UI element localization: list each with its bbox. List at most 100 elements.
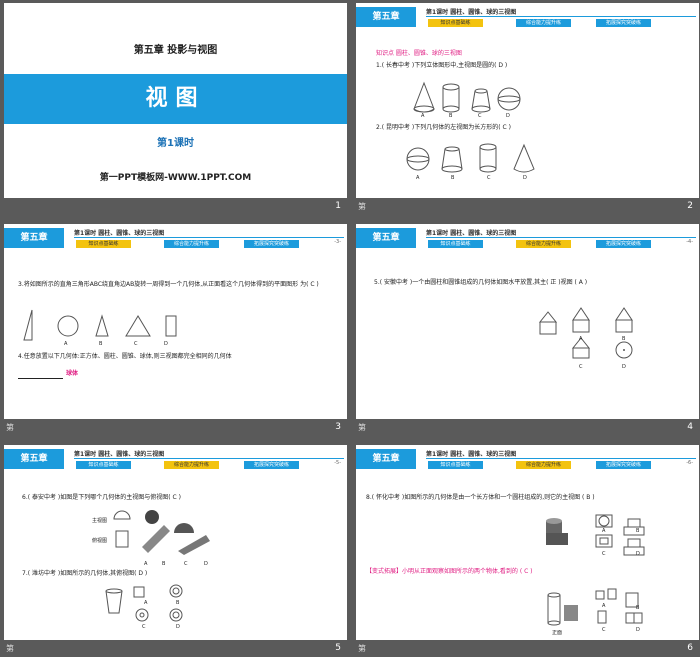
- tab-improve[interactable]: 综合能力提升练: [516, 19, 571, 27]
- chapter-badge: 第五章: [356, 7, 416, 27]
- question-4: 4.任意放置以下几何体:正方体、圆柱、圆锥、球体,则三视图都完全相同的几何体: [18, 353, 232, 360]
- slide-canvas: 第五章 第1课时 圆柱、圆锥、球的三视图 知识点基础练 综合能力提升练 拓展探究…: [4, 445, 347, 640]
- notes-marker: 第: [358, 423, 366, 432]
- option-label: A: [64, 341, 68, 347]
- slide-header: 第五章 第1课时 圆柱、圆锥、球的三视图 知识点基础练 综合能力提升练 拓展探究…: [356, 224, 699, 250]
- section-title: 第1课时 圆柱、圆锥、球的三视图: [426, 230, 517, 237]
- tab-extend[interactable]: 拓展探究突破练: [596, 240, 651, 248]
- option-label: C: [487, 175, 491, 181]
- option-label: D: [636, 551, 640, 557]
- option-label: D: [506, 113, 510, 119]
- section-title: 第1课时 圆柱、圆锥、球的三视图: [426, 9, 517, 16]
- title-band: 视图: [4, 74, 347, 124]
- option-label: A: [144, 561, 148, 567]
- section-title: 第1课时 圆柱、圆锥、球的三视图: [74, 451, 165, 458]
- tab-basic[interactable]: 知识点基础练: [76, 461, 131, 469]
- slide-thumbnail-1[interactable]: 第五章 投影与视图 视图 第1课时 第一PPT模板网-WWW.1PPT.COM …: [4, 3, 347, 213]
- answer-blank: [18, 378, 63, 379]
- page-indicator: -4-: [686, 239, 693, 245]
- header-rule: [74, 237, 344, 238]
- option-label: B: [176, 600, 180, 606]
- tab-improve[interactable]: 综合能力提升练: [164, 461, 219, 469]
- tab-basic[interactable]: 知识点基础练: [428, 461, 483, 469]
- notes-marker: 第: [358, 644, 366, 653]
- slide-number: 2: [687, 201, 693, 211]
- option-label: B: [449, 113, 453, 119]
- slide-number: 1: [335, 201, 341, 211]
- option-label: D: [164, 341, 168, 347]
- slide-canvas: 第五章 第1课时 圆柱、圆锥、球的三视图 知识点基础练 综合能力提升练 拓展探究…: [356, 3, 699, 198]
- header-rule: [426, 16, 696, 17]
- option-label: D: [176, 624, 180, 630]
- tab-extend[interactable]: 拓展探究突破练: [244, 240, 299, 248]
- question-1: 1.( 长春中考 )下列立体图形中,主视图是圆的( D ): [376, 62, 508, 69]
- tab-improve[interactable]: 综合能力提升练: [516, 461, 571, 469]
- option-label: A: [579, 336, 583, 342]
- option-label: A: [602, 528, 606, 534]
- slide-thumbnail-6[interactable]: 第五章 第1课时 圆柱、圆锥、球的三视图 知识点基础练 综合能力提升练 拓展探究…: [356, 445, 699, 655]
- question-7: 7.( 潍坊中考 )如图所示的几何体,其俯视图( D ): [22, 570, 148, 577]
- option-label: B: [636, 605, 640, 611]
- extension-question: 【变式拓展】小明从正面观察如图所示的两个物体,看到的 ( C ): [366, 568, 533, 575]
- question-3: 3.将如图所示的直角三角形ABC绕直角边AB旋转一周得到一个几何体,从正面看这个…: [18, 281, 319, 288]
- chapter-badge: 第五章: [4, 228, 64, 248]
- section-title: 第1课时 圆柱、圆锥、球的三视图: [426, 451, 517, 458]
- chapter-title: 第五章 投影与视图: [133, 45, 218, 56]
- tab-extend[interactable]: 拓展探究突破练: [596, 461, 651, 469]
- notes-marker: 第: [358, 202, 366, 211]
- section-title: 第1课时 圆柱、圆锥、球的三视图: [74, 230, 165, 237]
- slide-thumbnail-2[interactable]: 第五章 第1课时 圆柱、圆锥、球的三视图 知识点基础练 综合能力提升练 拓展探究…: [356, 3, 699, 213]
- slide-number: 3: [335, 422, 341, 432]
- tab-improve[interactable]: 综合能力提升练: [516, 240, 571, 248]
- option-label: C: [134, 341, 138, 347]
- slide-number: 5: [335, 643, 341, 653]
- slide-thumbnail-5[interactable]: 第五章 第1课时 圆柱、圆锥、球的三视图 知识点基础练 综合能力提升练 拓展探究…: [4, 445, 347, 655]
- option-label: C: [184, 561, 188, 567]
- slide-title: 视图: [145, 86, 206, 111]
- question-2: 2.( 昆明中考 )下列几何体的左视图为长方形的( C ): [376, 124, 511, 131]
- tab-improve[interactable]: 综合能力提升练: [164, 240, 219, 248]
- slide-canvas: 第五章 投影与视图 视图 第1课时 第一PPT模板网-WWW.1PPT.COM: [4, 3, 347, 198]
- option-label: D: [204, 561, 208, 567]
- slide-canvas: 第五章 第1课时 圆柱、圆锥、球的三视图 知识点基础练 综合能力提升练 拓展探究…: [356, 445, 699, 640]
- q5-shapes: [538, 307, 633, 359]
- option-label: C: [602, 551, 606, 557]
- q7-shapes: [105, 584, 183, 622]
- question-5: 5.( 安徽中考 )一个由圆柱和圆锥组成的几何体如图水平放置,其主( 正 )视图…: [374, 279, 588, 286]
- slide-thumbnail-4[interactable]: 第五章 第1课时 圆柱、圆锥、球的三视图 知识点基础练 综合能力提升练 拓展探究…: [356, 224, 699, 434]
- slide-header: 第五章 第1课时 圆柱、圆锥、球的三视图 知识点基础练 综合能力提升练 拓展探究…: [4, 445, 347, 471]
- question-8: 8.( 怀化中考 )如图所示的几何体是由一个长方体和一个圆柱组成的,则它的主视图…: [366, 494, 595, 501]
- option-label: D: [636, 627, 640, 633]
- tab-extend[interactable]: 拓展探究突破练: [244, 461, 299, 469]
- option-label: A: [602, 603, 606, 609]
- view-label: 主视图: [92, 518, 108, 524]
- knowledge-point: 知识点 圆柱、圆锥、球的三视图: [376, 50, 462, 57]
- option-label: A: [421, 113, 425, 119]
- slide-number: 6: [687, 643, 693, 653]
- answer-text: 球体: [66, 370, 79, 377]
- option-label: D: [523, 175, 527, 181]
- option-label: D: [622, 364, 626, 370]
- chapter-badge: 第五章: [356, 449, 416, 469]
- tab-basic[interactable]: 知识点基础练: [428, 19, 483, 27]
- chapter-badge: 第五章: [4, 449, 64, 469]
- view-label: 俯视图: [92, 538, 108, 544]
- option-label: B: [99, 341, 103, 347]
- slide-thumbnail-3[interactable]: 第五章 第1课时 圆柱、圆锥、球的三视图 知识点基础练 综合能力提升练 拓展探究…: [4, 224, 347, 434]
- page-indicator: -6-: [686, 460, 693, 466]
- q3-shapes: [23, 309, 177, 341]
- option-label: C: [579, 364, 583, 370]
- tab-extend[interactable]: 拓展探究突破练: [596, 19, 651, 27]
- option-label: C: [478, 113, 482, 119]
- lesson-label: 第1课时: [157, 138, 194, 149]
- tab-basic[interactable]: 知识点基础练: [428, 240, 483, 248]
- q6-shapes: [113, 510, 210, 555]
- page-indicator: -5-: [334, 460, 341, 466]
- option-label: B: [622, 336, 626, 342]
- option-label: A: [144, 600, 148, 606]
- slide-number: 4: [687, 422, 693, 432]
- slide-canvas: 第五章 第1课时 圆柱、圆锥、球的三视图 知识点基础练 综合能力提升练 拓展探究…: [356, 224, 699, 419]
- option-label: C: [602, 627, 606, 633]
- tab-basic[interactable]: 知识点基础练: [76, 240, 131, 248]
- slide-header: 第五章 第1课时 圆柱、圆锥、球的三视图 知识点基础练 综合能力提升练 拓展探究…: [356, 445, 699, 471]
